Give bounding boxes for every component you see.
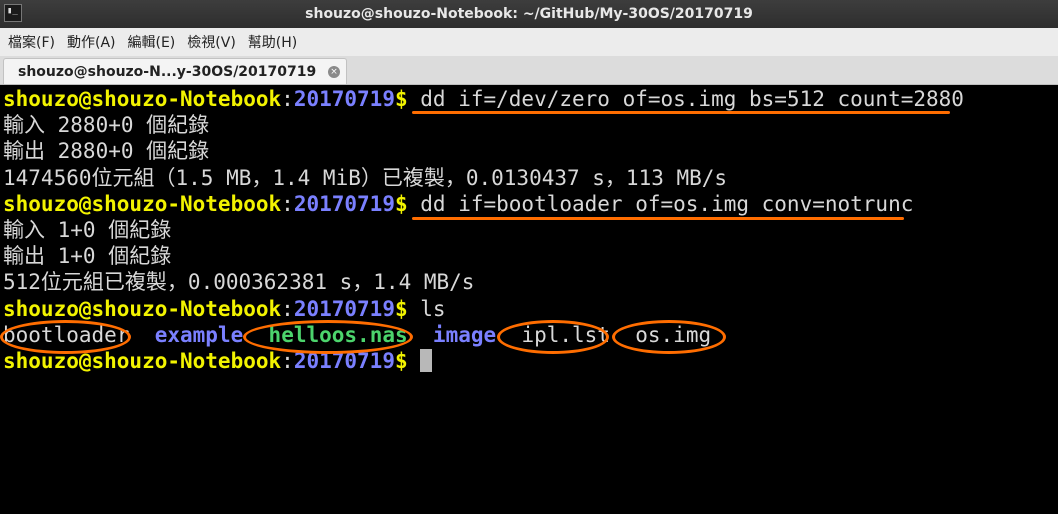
menu-bar: 檔案(F) 動作(A) 編輯(E) 檢視(V) 幫助(H) xyxy=(0,28,1058,56)
highlight-oval xyxy=(497,320,609,354)
prompt-colon: : xyxy=(281,296,294,321)
command-text: dd if=/dev/zero of=os.img bs=512 count=2… xyxy=(420,87,964,111)
prompt-dollar: $ xyxy=(394,191,408,216)
menu-edit[interactable]: 編輯(E) xyxy=(128,32,176,52)
terminal-output[interactable]: shouzo@shouzo-Notebook:20170719$ dd if=/… xyxy=(0,86,1058,514)
terminal-tab[interactable]: shouzo@shouzo-N...y-30OS/20170719 × xyxy=(3,58,347,84)
prompt-user: shouzo@shouzo-Notebook xyxy=(3,87,282,111)
command-text: ls xyxy=(420,296,446,321)
prompt-path: 20170719 xyxy=(293,296,395,321)
prompt-dollar: $ xyxy=(394,87,408,111)
menu-file[interactable]: 檔案(F) xyxy=(8,32,55,52)
prompt-path: 20170719 xyxy=(293,87,395,111)
output-line: 輸出 1+0 個紀錄 xyxy=(3,244,172,269)
prompt-colon: : xyxy=(281,87,294,111)
menu-view[interactable]: 檢視(V) xyxy=(187,32,236,52)
close-tab-icon[interactable]: × xyxy=(328,66,340,78)
output-line: 輸出 2880+0 個紀錄 xyxy=(3,139,210,164)
highlight-oval xyxy=(612,320,726,354)
tab-label: shouzo@shouzo-N...y-30OS/20170719 xyxy=(18,64,317,80)
prompt-dollar: $ xyxy=(394,296,408,321)
ls-entry-image[interactable]: image xyxy=(433,322,496,348)
prompt-line: shouzo@shouzo-Notebook:20170719$ dd if=b… xyxy=(3,191,913,217)
prompt-line: shouzo@shouzo-Notebook:20170719$ dd if=/… xyxy=(3,86,964,112)
command-text: dd if=bootloader of=os.img conv=notrunc xyxy=(420,191,914,216)
prompt-path: 20170719 xyxy=(293,191,395,216)
prompt-dollar: $ xyxy=(394,349,408,373)
prompt-user: shouzo@shouzo-Notebook xyxy=(3,296,282,321)
menu-actions[interactable]: 動作(A) xyxy=(67,32,116,52)
prompt-colon: : xyxy=(281,191,294,216)
window-title: shouzo@shouzo-Notebook: ~/GitHub/My-30OS… xyxy=(305,6,753,22)
command-underline xyxy=(412,111,950,114)
output-line: 512位元組已複製，0.000362381 s，1.4 MB/s xyxy=(3,270,475,295)
highlight-oval xyxy=(0,320,131,354)
ls-entry-example[interactable]: example xyxy=(155,322,244,348)
tab-bar: shouzo@shouzo-N...y-30OS/20170719 × xyxy=(0,56,1058,85)
output-line: 輸入 2880+0 個紀錄 xyxy=(3,113,210,138)
output-line: 1474560位元組（1.5 MB，1.4 MiB）已複製，0.0130437 … xyxy=(3,165,728,190)
prompt-line: shouzo@shouzo-Notebook:20170719$ ls xyxy=(3,296,446,322)
prompt-colon: : xyxy=(281,349,294,373)
menu-help[interactable]: 幫助(H) xyxy=(248,32,297,52)
highlight-oval xyxy=(243,320,413,354)
prompt-user: shouzo@shouzo-Notebook xyxy=(3,191,282,216)
command-underline xyxy=(412,217,904,220)
title-bar: ▮_ shouzo@shouzo-Notebook: ~/GitHub/My-3… xyxy=(0,0,1058,28)
output-line: 輸入 1+0 個紀錄 xyxy=(3,218,172,242)
text-cursor xyxy=(420,349,433,372)
